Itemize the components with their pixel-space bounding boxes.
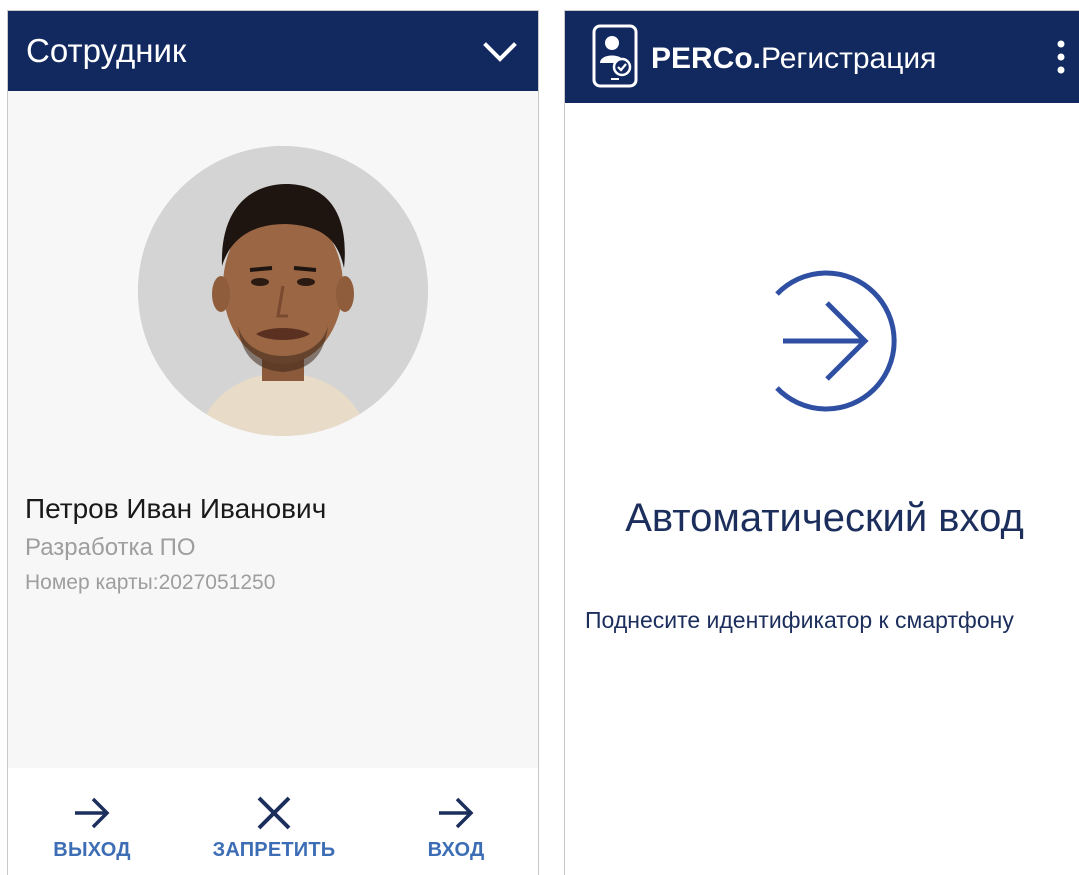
brand-name: PERCo. [651,42,762,75]
deny-button[interactable]: ЗАПРЕТИТЬ [194,790,354,862]
arrow-right-icon [439,797,474,829]
registration-app-bar: PERCo.Регистрация [565,11,1079,103]
exit-button-label: ВЫХОД [53,839,131,861]
auto-entry-icon [775,270,897,412]
card-number-label: Номер карты: [25,571,159,594]
brand-subtitle: Регистрация [761,42,937,75]
enter-button-label: ВХОД [427,839,485,861]
employee-app-bar: Сотрудник [8,11,538,91]
action-bar: ВЫХОД ЗАПРЕТИТЬ ВХОД [8,768,538,875]
status-title: Автоматический вход [625,496,1024,540]
employee-screen: Сотрудник Петров Иван Иванович Разработк… [7,10,539,875]
enter-button[interactable]: ВХОД [376,790,536,862]
avatar-portrait-icon [138,146,428,436]
app-brand: PERCo.Регистрация [651,41,936,77]
deny-button-label: ЗАПРЕТИТЬ [212,839,336,861]
more-menu-icon[interactable] [1053,37,1069,77]
exit-button[interactable]: ВЫХОД [12,790,172,862]
close-icon [257,796,291,830]
app-logo-icon [592,24,638,88]
card-number-row: Номер карты:2027051250 [25,571,275,595]
employee-name: Петров Иван Иванович [25,493,327,524]
employee-department: Разработка ПО [25,534,196,561]
employee-photo [138,146,428,436]
status-hint: Поднесите идентификатор к смартфону [585,607,1014,633]
screen-title: Сотрудник [26,32,187,69]
chevron-down-icon[interactable] [482,37,518,65]
arrow-right-icon [75,797,110,829]
card-number-value: 2027051250 [158,571,276,594]
registration-screen: PERCo.Регистрация Автоматический вход По… [564,10,1079,875]
